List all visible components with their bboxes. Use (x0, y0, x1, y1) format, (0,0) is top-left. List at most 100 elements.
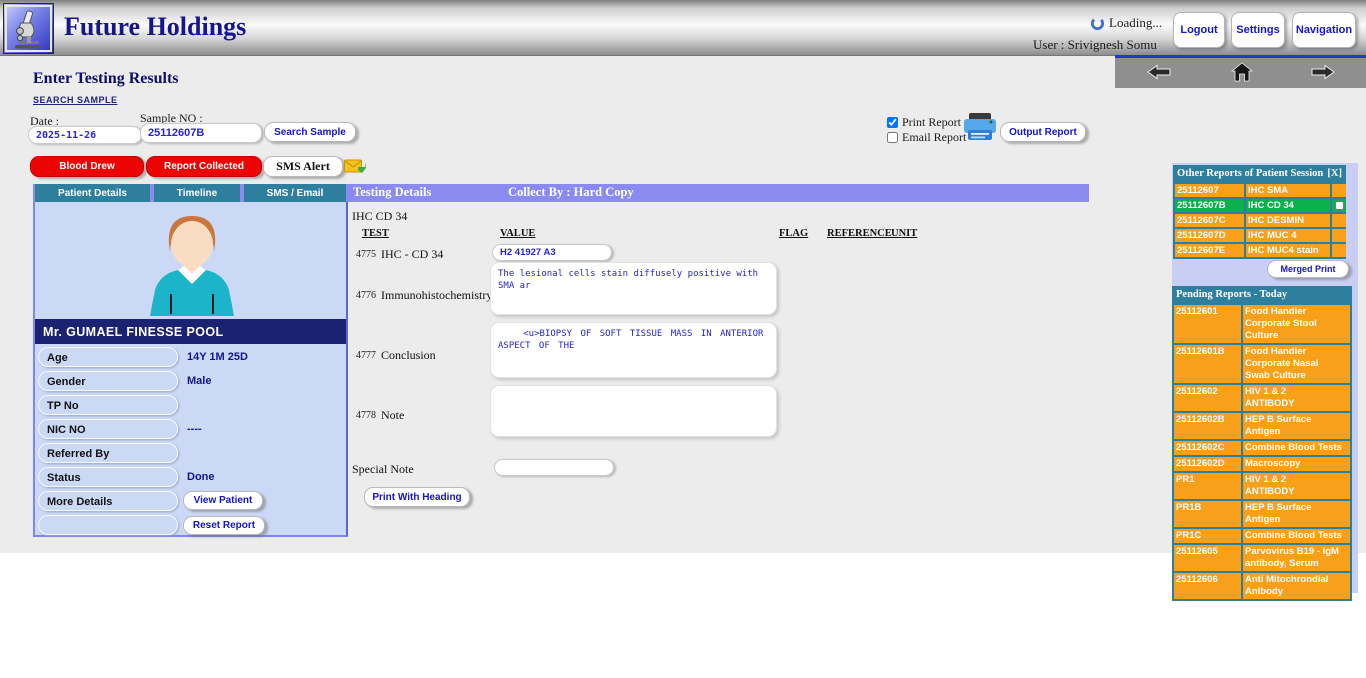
email-report-checkbox[interactable] (887, 132, 898, 143)
pending-report-row[interactable]: 25112602D Macroscopy (1172, 455, 1352, 471)
tab-timeline[interactable]: Timeline (154, 184, 240, 202)
search-sample-button[interactable]: Search Sample (264, 122, 356, 142)
other-report-row[interactable]: 25112607D IHC MUC 4 (1173, 227, 1346, 242)
pending-report-row[interactable]: PR1 HIV 1 & 2 ANTIBODY (1172, 471, 1352, 499)
loading-spinner-icon (1090, 16, 1105, 31)
pending-id[interactable]: 25112605 (1174, 545, 1241, 571)
pending-name[interactable]: Anti Mitochrondial Anibody (1243, 573, 1350, 599)
test-value-textarea[interactable] (490, 262, 777, 315)
navigation-button[interactable]: Navigation (1292, 12, 1356, 48)
microscope-icon (11, 9, 47, 49)
printer-icon[interactable] (962, 112, 998, 142)
pending-name[interactable]: HIV 1 & 2 ANTIBODY (1243, 473, 1350, 499)
merged-print-button[interactable]: Merged Print (1267, 260, 1349, 278)
report-name[interactable]: IHC CD 34 (1246, 199, 1330, 212)
test-row-name: Conclusion (381, 348, 436, 363)
forward-arrow-icon[interactable] (1311, 64, 1335, 80)
column-test: TEST (362, 228, 389, 239)
patient-field-label-status: Status (38, 467, 178, 487)
settings-button[interactable]: Settings (1231, 12, 1285, 48)
patient-field-value-age: 14Y 1M 25D (187, 347, 248, 367)
sms-alert-button[interactable]: SMS Alert (263, 156, 343, 177)
report-id[interactable]: 25112607D (1175, 229, 1244, 242)
report-check-cell (1332, 214, 1346, 227)
patient-field-label-empty (38, 515, 178, 535)
report-id[interactable]: 25112607B (1175, 199, 1244, 212)
patient-panel: Mr. GUMAEL FINESSE POOL Age 14Y 1M 25D G… (33, 202, 348, 537)
search-sample-link[interactable]: SEARCH SAMPLE (33, 95, 118, 105)
other-report-row[interactable]: 25112607C IHC DESMIN (1173, 212, 1346, 227)
pending-id[interactable]: 25112601B (1174, 345, 1241, 383)
sample-no-input[interactable] (140, 123, 262, 143)
print-report-checkbox[interactable] (887, 117, 898, 128)
date-input[interactable] (28, 126, 142, 144)
column-unit: UNIT (891, 228, 917, 239)
logout-button[interactable]: Logout (1173, 12, 1225, 48)
pending-id[interactable]: 25112606 (1174, 573, 1241, 599)
reset-report-button[interactable]: Reset Report (183, 516, 265, 535)
pending-id[interactable]: 25112602D (1174, 457, 1241, 471)
pending-name[interactable]: Parvovirus B19 - IgM antibody, Serum (1243, 545, 1350, 571)
pending-name[interactable]: Food Handler Corporate Nasal Swab Cultur… (1243, 345, 1350, 383)
view-patient-button[interactable]: View Patient (183, 491, 263, 510)
loading-indicator: Loading... (1090, 15, 1162, 31)
email-envelope-icon[interactable] (344, 158, 366, 175)
app-logo (3, 3, 54, 54)
other-report-row[interactable]: 25112607 IHC SMA (1173, 182, 1346, 197)
report-collected-button[interactable]: Report Collected (146, 156, 262, 177)
report-name[interactable]: IHC SMA (1246, 184, 1330, 197)
report-id[interactable]: 25112607E (1175, 244, 1244, 257)
test-row-name: IHC - CD 34 (381, 247, 443, 262)
pending-name[interactable]: Food Handler Corporate Stool Culture (1243, 305, 1350, 343)
test-row-code: 4776 (356, 290, 376, 301)
report-name[interactable]: IHC DESMIN (1246, 214, 1330, 227)
pending-name[interactable]: HEP B Surface Antigen (1243, 501, 1350, 527)
pending-name[interactable]: HEP B Surface Antigen (1243, 413, 1350, 439)
pending-id[interactable]: 25112602C (1174, 441, 1241, 455)
pending-id[interactable]: 25112602 (1174, 385, 1241, 411)
pending-report-row[interactable]: PR1C Combine Blood Tests (1172, 527, 1352, 543)
pending-id[interactable]: 25112601 (1174, 305, 1241, 343)
output-report-button[interactable]: Output Report (1000, 122, 1086, 142)
report-name[interactable]: IHC MUC 4 (1246, 229, 1330, 242)
home-icon[interactable] (1231, 62, 1253, 82)
pending-report-row[interactable]: PR1B HEP B Surface Antigen (1172, 499, 1352, 527)
blood-drew-button[interactable]: Blood Drew (30, 156, 144, 177)
pending-report-row[interactable]: 25112605 Parvovirus B19 - IgM antibody, … (1172, 543, 1352, 571)
email-report-label: Email Report (902, 130, 966, 145)
history-nav-bar (1115, 55, 1366, 88)
collect-by-label: Collect By : Hard Copy (508, 185, 634, 200)
test-value-textarea[interactable] (490, 322, 777, 378)
tab-sms-email[interactable]: SMS / Email (244, 184, 346, 202)
test-value-input[interactable] (492, 244, 612, 261)
patient-avatar (132, 210, 252, 316)
pending-report-row[interactable]: 25112602C Combine Blood Tests (1172, 439, 1352, 455)
pending-name[interactable]: HIV 1 & 2 ANTIBODY (1243, 385, 1350, 411)
print-with-heading-button[interactable]: Print With Heading (364, 487, 470, 507)
other-reports-panel: Other Reports of Patient Session [X] 251… (1173, 165, 1346, 259)
pending-name[interactable]: Combine Blood Tests (1243, 441, 1350, 455)
pending-id[interactable]: PR1C (1174, 529, 1241, 543)
pending-report-row[interactable]: 25112601 Food Handler Corporate Stool Cu… (1172, 303, 1352, 343)
page-title: Enter Testing Results (33, 70, 179, 88)
merge-select-checkbox[interactable] (1335, 201, 1344, 210)
report-id[interactable]: 25112607 (1175, 184, 1244, 197)
report-name[interactable]: IHC MUC4 stain (1246, 244, 1330, 257)
tab-patient-details[interactable]: Patient Details (35, 184, 150, 202)
pending-report-row[interactable]: 25112602B HEP B Surface Antigen (1172, 411, 1352, 439)
pending-report-row[interactable]: 25112602 HIV 1 & 2 ANTIBODY (1172, 383, 1352, 411)
special-note-input[interactable] (494, 459, 614, 476)
pending-report-row[interactable]: 25112606 Anti Mitochrondial Anibody (1172, 571, 1352, 599)
other-report-row[interactable]: 25112607E IHC MUC4 stain (1173, 242, 1346, 257)
pending-id[interactable]: PR1B (1174, 501, 1241, 527)
pending-id[interactable]: 25112602B (1174, 413, 1241, 439)
pending-report-row[interactable]: 25112601B Food Handler Corporate Nasal S… (1172, 343, 1352, 383)
back-arrow-icon[interactable] (1147, 64, 1171, 80)
test-value-textarea[interactable] (490, 385, 777, 437)
pending-id[interactable]: PR1 (1174, 473, 1241, 499)
pending-name[interactable]: Macroscopy (1243, 457, 1350, 471)
other-report-row-selected[interactable]: 25112607B IHC CD 34 (1173, 197, 1346, 212)
close-panel-button[interactable]: [X] (1327, 168, 1342, 179)
report-id[interactable]: 25112607C (1175, 214, 1244, 227)
pending-name[interactable]: Combine Blood Tests (1243, 529, 1350, 543)
